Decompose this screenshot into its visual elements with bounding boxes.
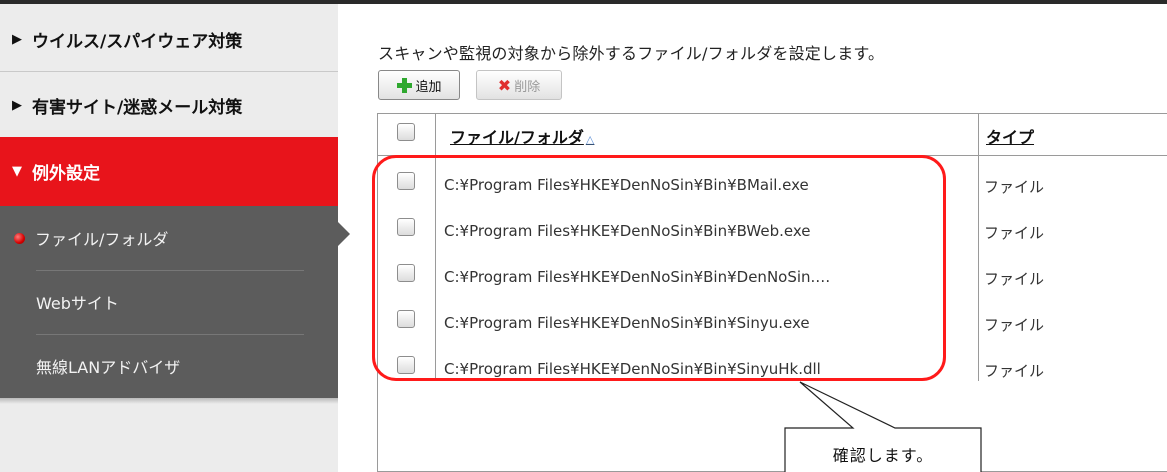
column-header-file-folder[interactable]: ファイル/フォルダ △ xyxy=(450,124,594,148)
submenu-shadow xyxy=(0,398,338,404)
submenu-item-file-folder[interactable]: ファイル/フォルダ xyxy=(0,206,338,270)
table-row[interactable]: C:¥Program Files¥HKE¥DenNoSin¥Bin¥DenNoS… xyxy=(378,256,1167,302)
type-cell: ファイル xyxy=(984,270,1045,288)
exceptions-submenu: ファイル/フォルダ Webサイト 無線LANアドバイザ xyxy=(0,206,338,398)
type-cell: ファイル xyxy=(984,316,1045,334)
type-cell: ファイル xyxy=(984,178,1045,196)
submenu-item-label: 無線LANアドバイザ xyxy=(36,358,181,377)
type-cell: ファイル xyxy=(984,362,1045,380)
add-button-label: 追加 xyxy=(415,79,442,95)
file-path-cell: C:¥Program Files¥HKE¥DenNoSin¥Bin¥BWeb.e… xyxy=(444,222,811,240)
column-header-label: ファイル/フォルダ xyxy=(450,128,584,147)
table-header: ファイル/フォルダ △ タイプ xyxy=(378,114,1167,156)
add-button[interactable]: 追加 xyxy=(378,70,460,100)
row-checkbox[interactable] xyxy=(397,356,415,374)
select-all-checkbox[interactable] xyxy=(397,123,415,141)
table-row[interactable]: C:¥Program Files¥HKE¥DenNoSin¥Bin¥SinyuH… xyxy=(378,348,1167,394)
sidebar-item-label: 例外設定 xyxy=(32,164,100,184)
file-path-cell: C:¥Program Files¥HKE¥DenNoSin¥Bin¥SinyuH… xyxy=(444,360,821,378)
table-row[interactable]: C:¥Program Files¥HKE¥DenNoSin¥Bin¥BMail.… xyxy=(378,164,1167,210)
type-cell: ファイル xyxy=(984,224,1045,242)
sidebar-item-virus-spyware[interactable]: ▶ ウイルス/スパイウェア対策 xyxy=(0,8,338,72)
sidebar: ▶ ウイルス/スパイウェア対策 ▶ 有害サイト/迷惑メール対策 ▼ 例外設定 フ… xyxy=(0,4,338,472)
row-checkbox[interactable] xyxy=(397,218,415,236)
exclusion-table: ファイル/フォルダ △ タイプ C:¥Program Files¥HKE¥DenN… xyxy=(377,113,1167,472)
page-description: スキャンや監視の対象から除外するファイル/フォルダを設定します。 xyxy=(378,44,885,63)
triangle-right-icon: ▶ xyxy=(12,97,22,113)
column-header-type[interactable]: タイプ xyxy=(986,124,1034,148)
triangle-down-icon: ▼ xyxy=(12,164,22,179)
file-path-cell: C:¥Program Files¥HKE¥DenNoSin¥Bin¥DenNoS… xyxy=(444,268,831,286)
callout-text: 確認します。 xyxy=(832,446,934,465)
row-checkbox[interactable] xyxy=(397,310,415,328)
sidebar-item-label: ウイルス/スパイウェア対策 xyxy=(32,32,243,52)
sidebar-item-exceptions[interactable]: ▼ 例外設定 xyxy=(0,137,338,206)
file-path-cell: C:¥Program Files¥HKE¥DenNoSin¥Bin¥Sinyu.… xyxy=(444,314,810,332)
plus-icon xyxy=(396,77,413,93)
red-dot-icon xyxy=(14,232,25,244)
table-row[interactable]: C:¥Program Files¥HKE¥DenNoSin¥Bin¥Sinyu.… xyxy=(378,302,1167,348)
selected-pointer-icon xyxy=(338,222,350,246)
sort-ascending-icon: △ xyxy=(585,133,595,146)
submenu-item-website[interactable]: Webサイト xyxy=(0,270,338,334)
submenu-item-label: Webサイト xyxy=(36,294,119,313)
row-checkbox[interactable] xyxy=(397,264,415,282)
row-checkbox[interactable] xyxy=(397,172,415,190)
submenu-item-wireless-lan[interactable]: 無線LANアドバイザ xyxy=(0,334,338,398)
delete-button[interactable]: ✖ 削除 xyxy=(476,70,562,100)
sidebar-item-harmful-sites[interactable]: ▶ 有害サイト/迷惑メール対策 xyxy=(0,73,338,137)
file-path-cell: C:¥Program Files¥HKE¥DenNoSin¥Bin¥BMail.… xyxy=(444,176,809,194)
x-icon: ✖ xyxy=(497,75,512,95)
triangle-right-icon: ▶ xyxy=(12,32,22,47)
table-row[interactable]: C:¥Program Files¥HKE¥DenNoSin¥Bin¥BWeb.e… xyxy=(378,210,1167,256)
sidebar-item-label: 有害サイト/迷惑メール対策 xyxy=(32,97,243,118)
delete-button-label: 削除 xyxy=(514,79,541,95)
submenu-item-label: ファイル/フォルダ xyxy=(35,230,169,249)
